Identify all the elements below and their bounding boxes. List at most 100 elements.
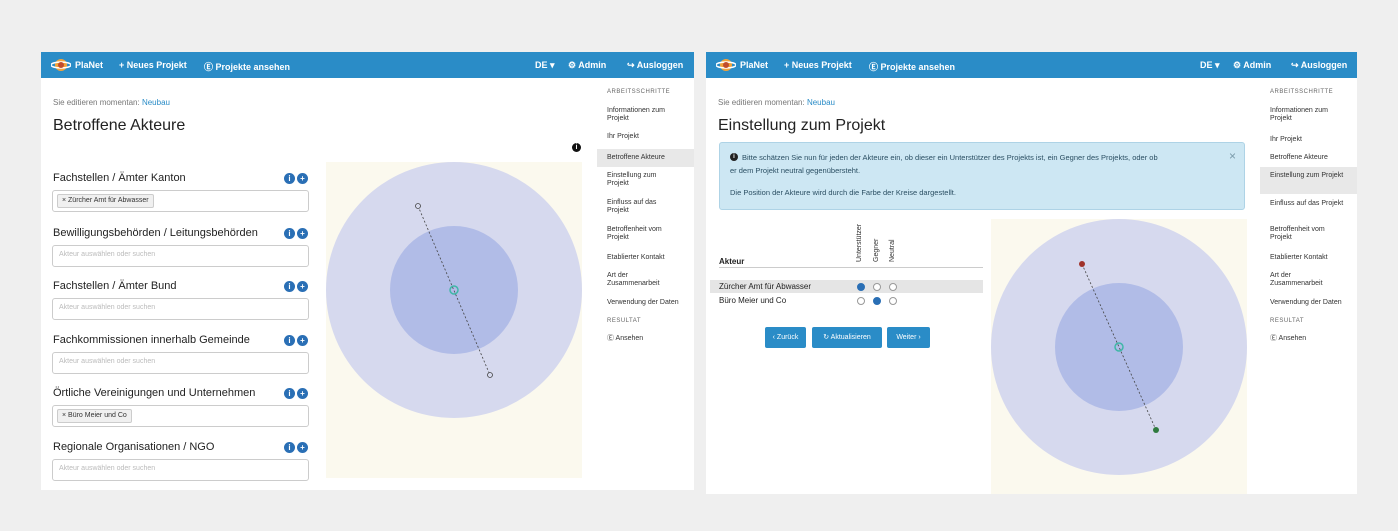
planet-logo-icon [51,59,71,71]
sidebar-item-active[interactable]: Einstellung zum Projekt [1270,172,1345,180]
radio-supporter[interactable] [857,297,865,305]
selected-actor-tag[interactable]: × Büro Meier und Co [57,409,132,423]
sidebar-item[interactable]: Informationen zum Projekt [607,107,679,123]
sidebar-item[interactable]: Informationen zum Projekt [1270,107,1345,123]
nav-view-projects[interactable]: Ⓔ Projekte ansehen [204,60,290,73]
opponent-actor-marker[interactable] [1079,261,1085,267]
radio-supporter[interactable] [857,283,865,291]
actor-position-diagram [991,219,1247,494]
add-icon[interactable]: + [297,335,308,346]
next-button[interactable]: Weiter › [887,327,930,348]
project-link[interactable]: Neubau [142,98,170,107]
supporter-actor-marker[interactable] [1153,427,1159,433]
sidebar-item[interactable]: Betroffenheit vom Projekt [607,226,679,242]
project-link[interactable]: Neubau [807,98,835,107]
alert-text-line2: er dem Projekt neutral gegenübersteht. [730,166,861,175]
top-navbar: PlaNet + Neues Projekt Ⓔ Projekte ansehe… [706,52,1357,78]
selected-actor-tag[interactable]: × Zürcher Amt für Abwasser [57,194,154,208]
planet-logo-icon [716,59,736,71]
sidebar-item[interactable]: Etablierter Kontakt [607,254,689,262]
info-icon[interactable]: i [284,442,295,453]
alert-text-line1: Bitte schätzen Sie nun für jeden der Akt… [742,153,1158,162]
sidebar-heading: ARBEITSSCHRITTE [607,89,671,95]
refresh-button[interactable]: ↻ Aktualisieren [812,327,882,348]
radio-neutral[interactable] [889,297,897,305]
add-icon[interactable]: + [297,228,308,239]
sidebar-item[interactable]: Betroffene Akteure [1270,154,1345,162]
add-icon[interactable]: + [297,281,308,292]
radio-neutral[interactable] [889,283,897,291]
table-divider [719,267,983,268]
nav-logout[interactable]: ↪ Ausloggen [627,60,683,71]
add-icon[interactable]: + [297,442,308,453]
add-icon[interactable]: + [297,388,308,399]
actor-select-field[interactable]: Akteur auswählen oder suchen [52,298,309,320]
group-label: Fachstellen / Ämter Bund [53,280,177,292]
actor-marker[interactable] [487,372,493,378]
actor-select-field[interactable]: × Zürcher Amt für Abwasser [52,190,309,212]
sidebar-view-link[interactable]: Ⓔ Ansehen [607,335,643,343]
nav-admin[interactable]: ⚙ Admin [1233,60,1271,71]
page-title: Betroffene Akteure [53,117,186,134]
info-icon[interactable]: i [284,335,295,346]
sidebar-item[interactable]: Verwendung der Daten [1270,299,1356,307]
radio-opponent[interactable] [873,297,881,305]
right-screenshot-panel: PlaNet + Neues Projekt Ⓔ Projekte ansehe… [706,52,1357,494]
sidebar-item[interactable]: Ihr Projekt [607,133,679,141]
sidebar-item[interactable]: Art der Zusammenarbeit [1270,272,1345,288]
actor-select-field[interactable]: Akteur auswählen oder suchen [52,352,309,374]
nav-logout[interactable]: ↪ Ausloggen [1291,60,1347,71]
brand-name[interactable]: PlaNet [75,60,103,70]
column-header-opponent: Gegner [873,238,880,262]
editing-info: Sie editieren momentan: Neubau [53,98,170,107]
radio-opponent[interactable] [873,283,881,291]
alert-text-line3: Die Position der Akteure wird durch die … [730,188,956,197]
info-icon: i [730,153,738,161]
back-button[interactable]: ‹ Zurück [765,327,806,348]
group-label: Örtliche Vereinigungen und Unternehmen [53,387,256,399]
sidebar-view-link[interactable]: Ⓔ Ansehen [1270,335,1306,343]
sidebar-heading: RESULTAT [1270,318,1305,324]
language-dropdown[interactable]: DE ▾ [535,60,555,71]
nav-new-project[interactable]: + Neues Projekt [784,60,852,70]
top-navbar: PlaNet + Neues Projekt Ⓔ Projekte ansehe… [41,52,694,78]
group-label: Bewilligungsbehörden / Leitungsbehörden [53,227,258,239]
nav-admin[interactable]: ⚙ Admin [568,60,606,71]
left-screenshot-panel: PlaNet + Neues Projekt Ⓔ Projekte ansehe… [41,52,694,490]
group-label: Fachstellen / Ämter Kanton [53,172,186,184]
sidebar-item[interactable]: Einstellung zum Projekt [607,172,679,188]
sidebar-item[interactable]: Betroffenheit vom Projekt [1270,226,1345,242]
nav-new-project[interactable]: + Neues Projekt [119,60,187,70]
actor-position-diagram [326,162,582,478]
add-icon[interactable]: + [297,173,308,184]
sidebar-item[interactable]: Einfluss auf das Projekt [1270,200,1345,208]
field-placeholder: Akteur auswählen oder suchen [59,251,156,258]
column-header-neutral: Neutral [889,239,896,262]
language-dropdown[interactable]: DE ▾ [1200,60,1220,71]
actor-select-field[interactable]: × Büro Meier und Co [52,405,309,427]
sidebar-item-active[interactable]: Betroffene Akteure [607,154,679,162]
sidebar-heading: ARBEITSSCHRITTE [1270,89,1334,95]
sidebar-item[interactable]: Einfluss auf das Projekt [607,199,679,215]
inner-circle [390,226,518,354]
editing-info: Sie editieren momentan: Neubau [718,98,835,107]
page-title: Einstellung zum Projekt [718,117,886,134]
sidebar-heading: RESULTAT [607,318,642,324]
sidebar-item[interactable]: Verwendung der Daten [607,299,693,307]
close-icon[interactable]: × [1229,149,1236,163]
info-icon[interactable]: i [572,143,581,152]
actor-select-field[interactable]: Akteur auswählen oder suchen [52,459,309,481]
brand-name[interactable]: PlaNet [740,60,768,70]
info-icon[interactable]: i [284,281,295,292]
info-icon[interactable]: i [284,173,295,184]
nav-view-projects[interactable]: Ⓔ Projekte ansehen [869,60,955,73]
sidebar-item[interactable]: Ihr Projekt [1270,136,1345,144]
group-label: Regionale Organisationen / NGO [53,441,215,453]
table-row-name: Zürcher Amt für Abwasser [719,282,812,291]
info-icon[interactable]: i [284,228,295,239]
sidebar-item[interactable]: Art der Zusammenarbeit [607,272,679,288]
actor-marker[interactable] [415,203,421,209]
actor-select-field[interactable]: Akteur auswählen oder suchen [52,245,309,267]
info-icon[interactable]: i [284,388,295,399]
sidebar-item[interactable]: Etablierter Kontakt [1270,254,1352,262]
